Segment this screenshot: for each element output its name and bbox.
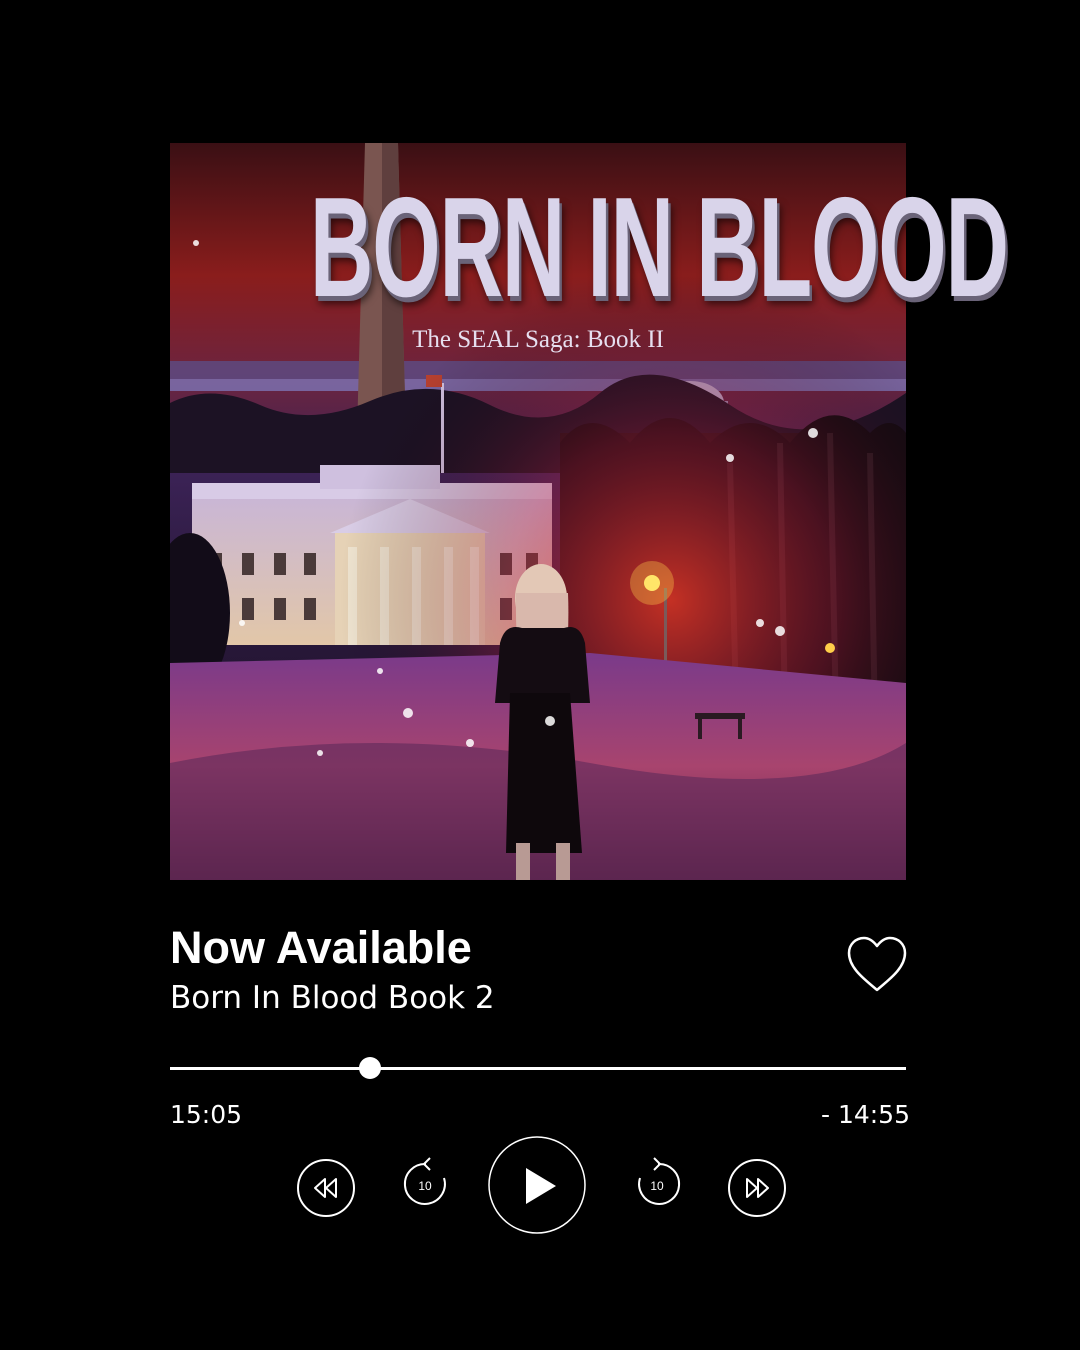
- replay-10-icon: 10: [403, 1157, 446, 1205]
- rewind-button[interactable]: [296, 1158, 356, 1218]
- remaining-time: - 14:55: [820, 1100, 910, 1129]
- progress-scrubber[interactable]: [359, 1057, 382, 1079]
- forward-10-icon: 10: [638, 1157, 681, 1205]
- elapsed-time: 15:05: [170, 1100, 243, 1129]
- track-title: Now Available: [170, 922, 472, 973]
- skip-forward-10-label: 10: [650, 1179, 664, 1193]
- skip-forward-10-button[interactable]: 10: [632, 1156, 684, 1212]
- heart-icon: [847, 936, 907, 992]
- fast-forward-icon: [728, 1159, 786, 1217]
- favorite-button[interactable]: [845, 934, 909, 994]
- skip-back-10-button[interactable]: 10: [400, 1156, 452, 1212]
- play-button[interactable]: [488, 1136, 586, 1234]
- play-icon: [488, 1136, 586, 1234]
- skip-back-10-label: 10: [418, 1179, 432, 1193]
- rewind-icon: [297, 1159, 355, 1217]
- track-subtitle: Born In Blood Book 2: [170, 980, 495, 1016]
- fast-forward-button[interactable]: [727, 1158, 787, 1218]
- cover-subtitle: The SEAL Saga: Book II: [412, 326, 664, 353]
- progress-bar[interactable]: [170, 1067, 906, 1070]
- cover-title: BORN IN BLOOD: [309, 168, 1009, 327]
